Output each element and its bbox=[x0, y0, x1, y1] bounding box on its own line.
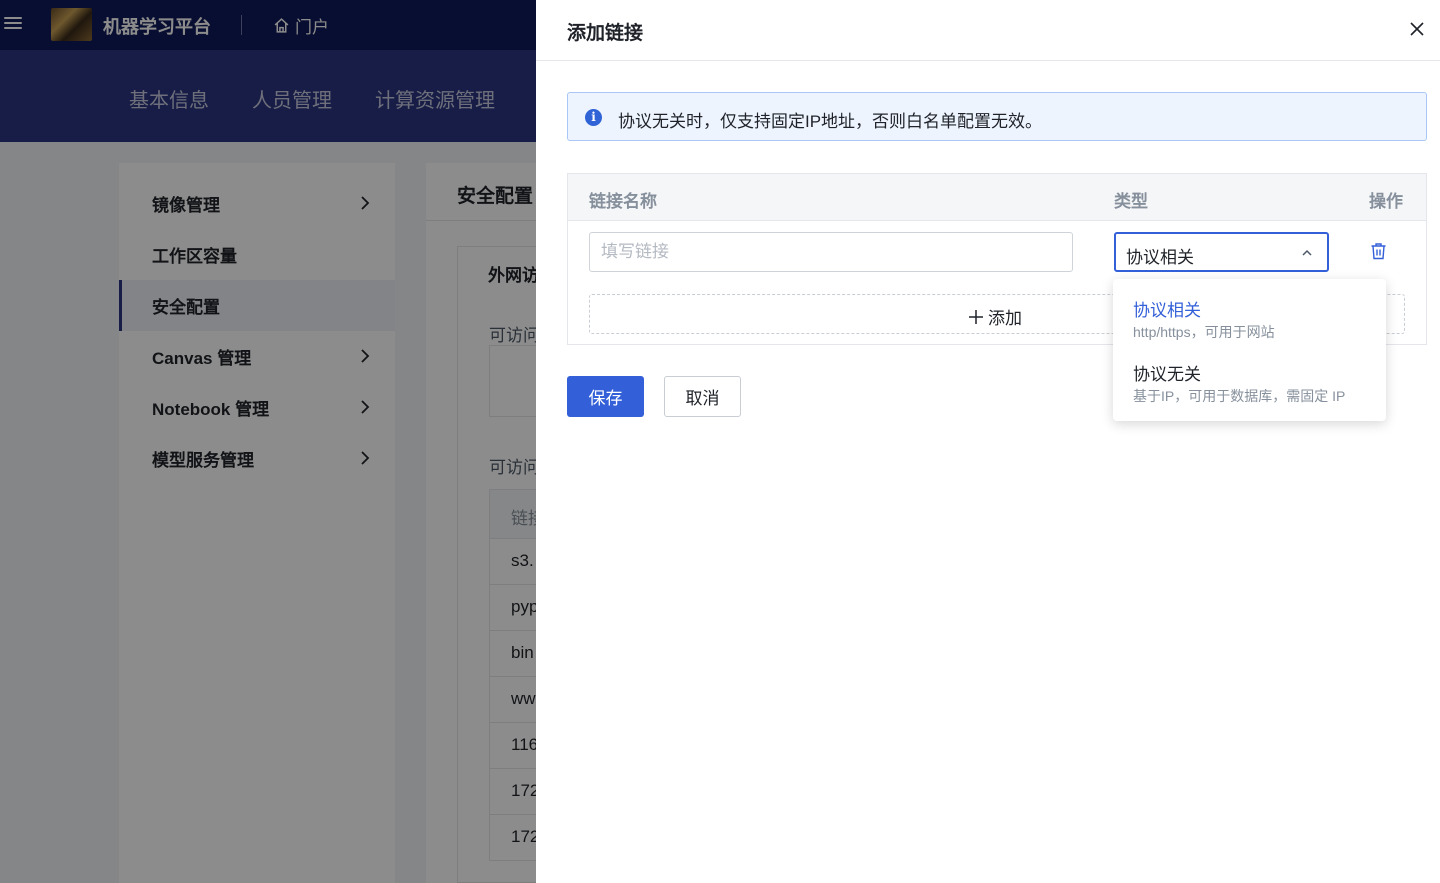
column-header-type: 类型 bbox=[1114, 192, 1148, 211]
plus-icon bbox=[969, 309, 983, 324]
column-header-name: 链接名称 bbox=[589, 192, 657, 211]
table-header: 链接名称 类型 操作 bbox=[568, 174, 1426, 221]
close-icon[interactable] bbox=[1408, 20, 1426, 38]
option-protocol-related[interactable]: 协议相关 http/https，可用于网站 bbox=[1113, 279, 1386, 343]
link-name-input[interactable] bbox=[589, 232, 1073, 272]
column-header-action: 操作 bbox=[1369, 192, 1403, 211]
option-title: 协议相关 bbox=[1133, 301, 1201, 320]
info-icon: i bbox=[585, 109, 602, 126]
add-link-label: 添加 bbox=[968, 304, 1022, 329]
type-select-value: 协议相关 bbox=[1126, 248, 1194, 267]
option-protocol-independent[interactable]: 协议无关 基于IP，可用于数据库，需固定 IP bbox=[1113, 343, 1386, 407]
drawer-divider bbox=[536, 60, 1440, 61]
type-dropdown: 协议相关 http/https，可用于网站 协议无关 基于IP，可用于数据库，需… bbox=[1113, 279, 1386, 421]
cancel-button[interactable]: 取消 bbox=[664, 376, 741, 417]
option-title: 协议无关 bbox=[1133, 365, 1201, 384]
save-button[interactable]: 保存 bbox=[567, 376, 644, 417]
alert-text: 协议无关时，仅支持固定IP地址，否则白名单配置无效。 bbox=[618, 112, 1043, 131]
option-description: http/https，可用于网站 bbox=[1133, 324, 1275, 340]
add-link-drawer: 添加链接 i 协议无关时，仅支持固定IP地址，否则白名单配置无效。 链接名称 类… bbox=[536, 0, 1440, 883]
chevron-up-icon bbox=[1302, 249, 1312, 256]
type-select[interactable]: 协议相关 bbox=[1114, 232, 1329, 272]
info-alert: i 协议无关时，仅支持固定IP地址，否则白名单配置无效。 bbox=[567, 92, 1427, 141]
add-label-text: 添加 bbox=[988, 309, 1022, 328]
option-description: 基于IP，可用于数据库，需固定 IP bbox=[1133, 388, 1346, 404]
drawer-title: 添加链接 bbox=[567, 23, 644, 44]
trash-icon[interactable] bbox=[1370, 242, 1387, 260]
